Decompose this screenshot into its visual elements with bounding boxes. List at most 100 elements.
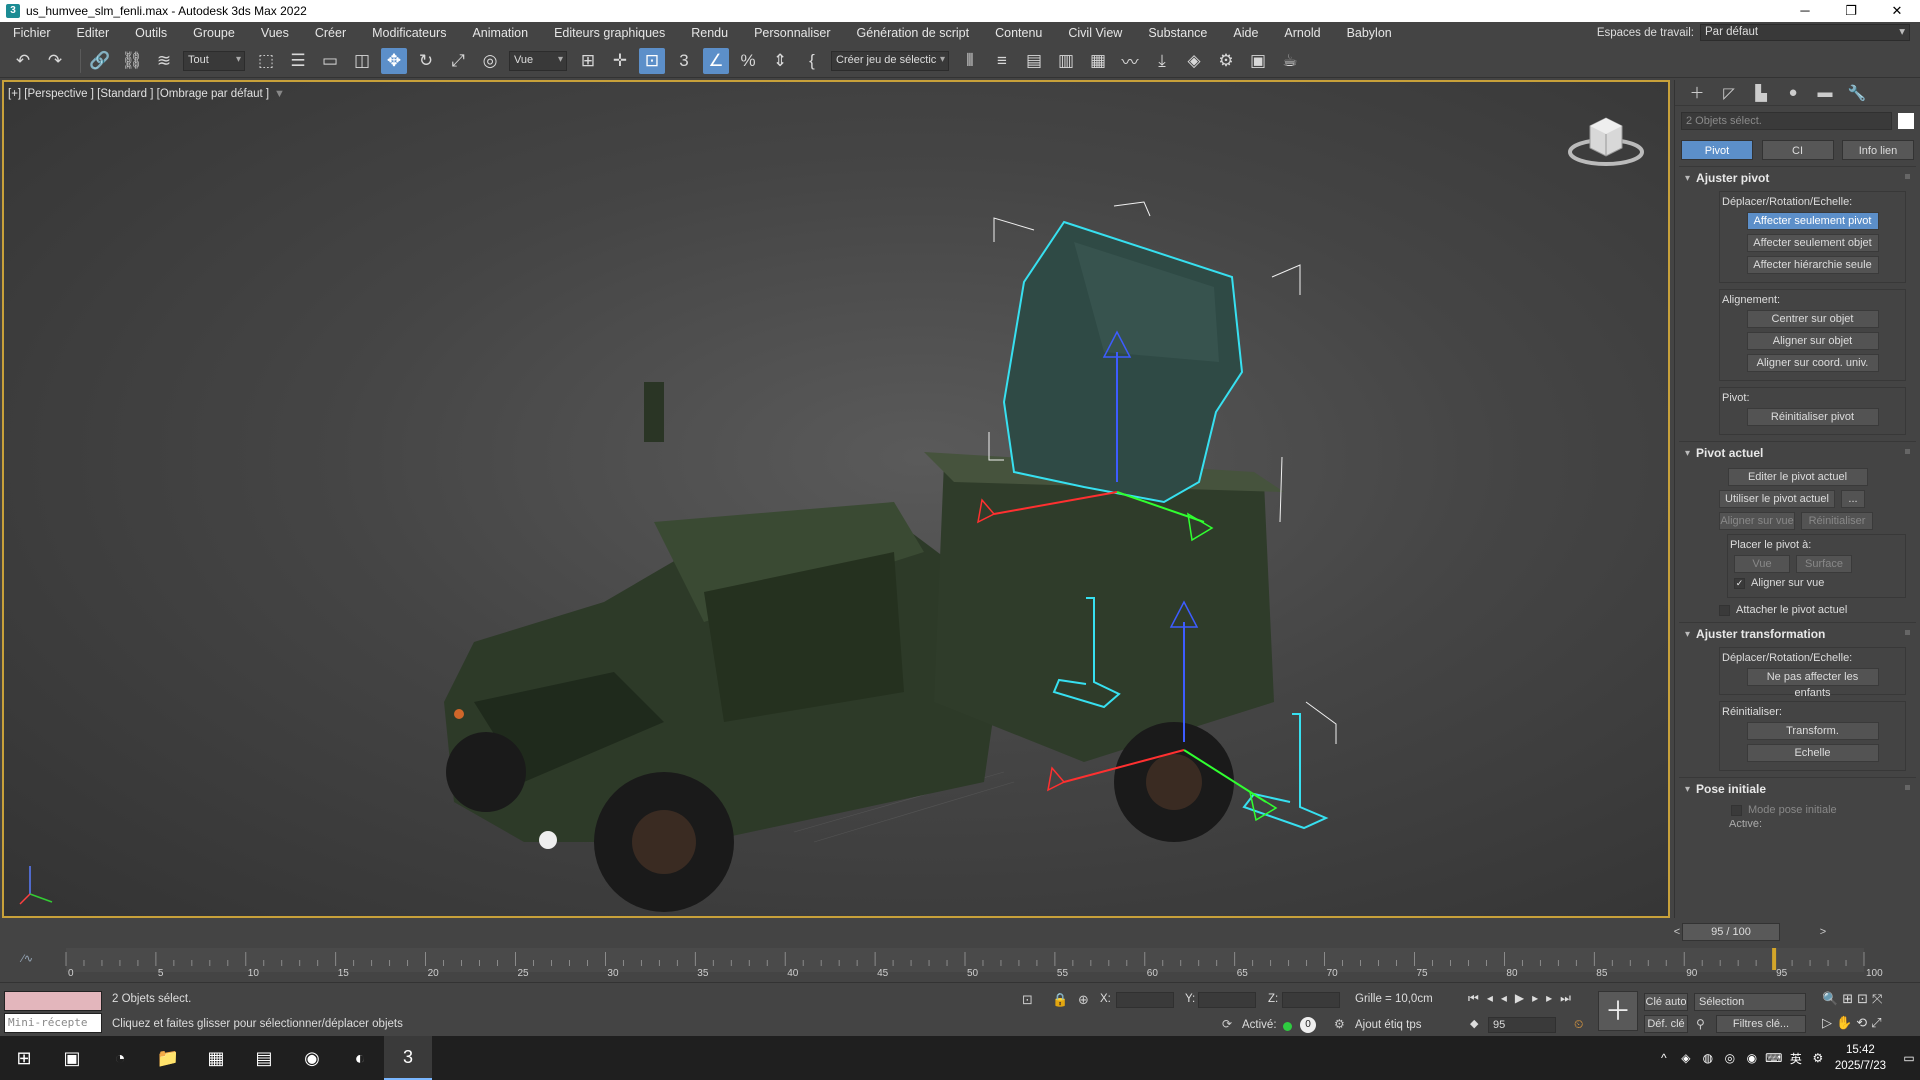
track-bar[interactable]: ⁄∿ 0 5 10 15 20 25 30 35 40 45 50 55 60 65 70 75 80 85 90 9…: [0, 946, 1920, 982]
skin-pose-header[interactable]: Pose initiale: [1679, 778, 1916, 800]
x-coordinate-field[interactable]: [1116, 992, 1174, 1008]
rendered-frame-icon[interactable]: ▣: [1245, 48, 1271, 74]
manipulate-icon[interactable]: ✛: [607, 48, 633, 74]
menu-outils[interactable]: Outils: [122, 26, 180, 40]
menu-animation[interactable]: Animation: [459, 26, 541, 40]
rect-selection-icon[interactable]: ▭: [317, 48, 343, 74]
key-filters-button[interactable]: Filtres clé...: [1716, 1015, 1806, 1033]
go-to-start-icon[interactable]: ⏮: [1468, 991, 1487, 1005]
next-frame-icon[interactable]: >: [1816, 923, 1830, 941]
place-surface-button[interactable]: Surface: [1796, 555, 1852, 573]
task-view-icon[interactable]: ▣: [48, 1036, 96, 1080]
auto-key-button[interactable]: Clé auto: [1644, 993, 1688, 1011]
zoom-extents-all-icon[interactable]: ⤧: [1872, 991, 1886, 1006]
notes-icon[interactable]: ▤: [240, 1036, 288, 1080]
reference-coordinate-dropdown[interactable]: Vue: [509, 50, 567, 71]
current-frame-marker[interactable]: [1772, 948, 1777, 970]
menu-groupe[interactable]: Groupe: [180, 26, 248, 40]
reset-transform-button[interactable]: Transform.: [1746, 722, 1879, 740]
align-icon[interactable]: ≡: [989, 48, 1015, 74]
place-icon[interactable]: ◎: [477, 48, 503, 74]
affect-pivot-only-button[interactable]: Affecter seulement pivot: [1746, 212, 1879, 230]
menu-creer[interactable]: Créer: [302, 26, 359, 40]
app-taskbar-icon[interactable]: ◔: [96, 1036, 144, 1080]
create-tab-icon[interactable]: ＋: [1681, 81, 1713, 105]
reset-scale-button[interactable]: Echelle: [1746, 744, 1879, 762]
absolute-mode-icon[interactable]: ⊕: [1078, 992, 1089, 1008]
ime-indicator[interactable]: 英: [1785, 1050, 1807, 1067]
center-to-object-button[interactable]: Centrer sur objet: [1746, 310, 1879, 328]
snaps-toggle-icon[interactable]: 3: [671, 48, 697, 74]
select-by-name-icon[interactable]: ☰: [285, 48, 311, 74]
time-configuration-icon[interactable]: ⏲: [1574, 1017, 1583, 1032]
field-of-view-icon[interactable]: ▷: [1822, 1015, 1836, 1030]
spinner-snap-icon[interactable]: ⇕: [767, 48, 793, 74]
close-button[interactable]: ✕: [1874, 0, 1920, 22]
selected-radar-panel[interactable]: [1002, 220, 1244, 504]
keyboard-shortcut-override-icon[interactable]: ⊡: [639, 47, 665, 74]
pan-icon[interactable]: ✋: [1836, 1015, 1856, 1030]
tray-network-icon[interactable]: ◍: [1697, 1051, 1719, 1065]
windows-start-icon[interactable]: ⊞: [0, 1036, 48, 1080]
key-mode-icon[interactable]: ⚲: [1696, 1017, 1705, 1031]
menu-arnold[interactable]: Arnold: [1271, 26, 1333, 40]
set-key-button[interactable]: Déf. clé: [1644, 1015, 1688, 1033]
select-object-icon[interactable]: ⬚: [253, 48, 279, 74]
key-selection-dropdown[interactable]: Sélection: [1694, 993, 1806, 1011]
link-icon[interactable]: 🔗: [87, 48, 113, 74]
filter-icon[interactable]: ▼: [274, 88, 285, 100]
edit-working-pivot-button[interactable]: Editer le pivot actuel: [1727, 468, 1868, 486]
file-explorer-icon[interactable]: 📁: [144, 1036, 192, 1080]
select-scale-icon[interactable]: ⤢: [445, 48, 471, 74]
render-production-icon[interactable]: ☕: [1277, 48, 1303, 74]
curve-editor-icon[interactable]: 〰: [1117, 48, 1143, 74]
bind-space-warp-icon[interactable]: ≋: [151, 48, 177, 74]
menu-fichier[interactable]: Fichier: [0, 26, 64, 40]
percent-snap-icon[interactable]: %: [735, 48, 761, 74]
set-key-icon[interactable]: ＋: [1598, 991, 1638, 1031]
reset-pivot-button[interactable]: Réinitialiser pivot: [1746, 408, 1879, 426]
select-move-icon[interactable]: ✥: [381, 47, 407, 74]
menu-rendu[interactable]: Rendu: [678, 26, 741, 40]
viewport-label[interactable]: [+] [Perspective ] [Standard ] [Ombrage …: [8, 88, 269, 100]
align-to-view-button[interactable]: Aligner sur vue: [1719, 512, 1795, 530]
viewcube-icon[interactable]: [1566, 112, 1646, 172]
zoom-extents-icon[interactable]: ⊡: [1857, 991, 1872, 1006]
pivot-mode-button[interactable]: Pivot: [1681, 140, 1753, 160]
time-config-icon[interactable]: ◆: [1470, 1017, 1478, 1030]
wechat-icon[interactable]: ◎: [1719, 1051, 1741, 1065]
adjust-pivot-header[interactable]: Ajuster pivot: [1679, 167, 1916, 189]
menu-babylon[interactable]: Babylon: [1334, 26, 1405, 40]
maxscript-listener-output[interactable]: [4, 991, 102, 1011]
affect-hierarchy-only-button[interactable]: Affecter hiérarchie seule: [1746, 256, 1879, 274]
settings-tray-icon[interactable]: ⚙: [1807, 1051, 1829, 1065]
render-setup-icon[interactable]: ⚙: [1213, 48, 1239, 74]
align-view-checkbox[interactable]: ✓: [1734, 577, 1745, 589]
adaptive-degradation-icon[interactable]: ⟳: [1222, 1017, 1232, 1031]
reset-working-pivot-button[interactable]: Réinitialiser: [1801, 512, 1873, 530]
adjust-transform-header[interactable]: Ajuster transformation: [1679, 623, 1916, 645]
edge-browser-icon[interactable]: ◐: [336, 1036, 384, 1080]
scene-explorer-icon[interactable]: ▤: [1021, 48, 1047, 74]
use-working-pivot-button[interactable]: Utiliser le pivot actuel: [1719, 490, 1835, 508]
align-to-world-button[interactable]: Aligner sur coord. univ.: [1746, 354, 1879, 372]
working-pivot-header[interactable]: Pivot actuel: [1679, 442, 1916, 464]
add-time-tag-label[interactable]: Ajout étiq tps: [1355, 1019, 1421, 1031]
menu-editer[interactable]: Editer: [64, 26, 123, 40]
selection-filter-dropdown[interactable]: Tout: [183, 50, 245, 71]
unlink-icon[interactable]: ⛓: [119, 48, 145, 74]
menu-aide[interactable]: Aide: [1220, 26, 1271, 40]
time-slider-thumb[interactable]: 95 / 100: [1682, 923, 1780, 941]
object-name-field[interactable]: 2 Objets sélect.: [1681, 112, 1893, 130]
maxscript-listener-input[interactable]: Mini-récepte: [4, 1013, 102, 1033]
menu-modificateurs[interactable]: Modificateurs: [359, 26, 459, 40]
notifications-icon[interactable]: ▭: [1898, 1051, 1920, 1065]
align-to-object-button[interactable]: Aligner sur objet: [1746, 332, 1879, 350]
clock[interactable]: 15:42 2025/7/23: [1835, 1042, 1886, 1074]
tray-app-icon[interactable]: ◈: [1675, 1051, 1697, 1065]
go-to-end-icon[interactable]: ⏭: [1560, 991, 1579, 1005]
tray-app2-icon[interactable]: ◉: [1741, 1051, 1763, 1065]
named-selection-dropdown[interactable]: Créer jeu de sélectic: [831, 50, 949, 71]
mirror-icon[interactable]: ⫴: [957, 48, 983, 74]
tray-expand-icon[interactable]: ^: [1653, 1051, 1675, 1065]
